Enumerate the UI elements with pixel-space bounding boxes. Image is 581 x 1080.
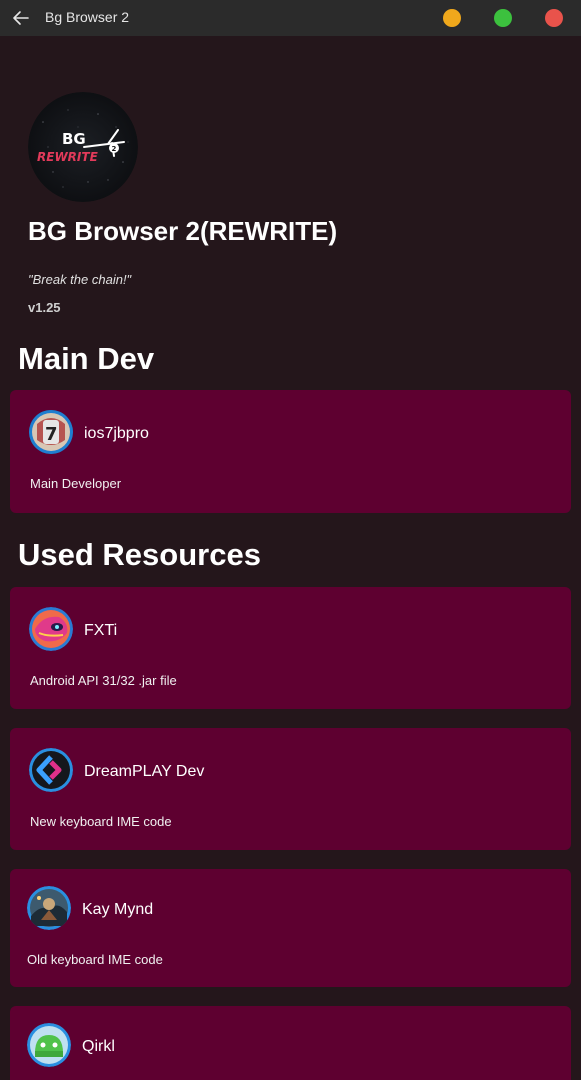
fxti-avatar (29, 607, 73, 651)
svg-text:7: 7 (45, 424, 58, 445)
resource-name-kay-mynd: Kay Mynd (82, 901, 154, 918)
kay-mynd-avatar (27, 886, 71, 930)
dreamplay-avatar-icon (29, 748, 73, 792)
used-resources-heading: Used Resources (18, 537, 261, 572)
app-version: v1.25 (28, 300, 61, 315)
resource-card-kay-mynd[interactable]: Kay Mynd Old keyboard IME code (10, 869, 571, 987)
ios7jbpro-avatar-icon: 7 (29, 410, 73, 454)
minimize-button[interactable] (443, 9, 461, 27)
bg-rewrite-logo-icon: BG REWRITE 2 (28, 92, 138, 202)
resource-name-qirkl: Qirkl (82, 1038, 115, 1055)
main-dev-card[interactable]: 7 ios7jbpro Main Developer (10, 390, 571, 513)
kay-mynd-avatar-icon (27, 886, 71, 930)
back-button[interactable] (10, 7, 32, 29)
resource-description-dreamplay: New keyboard IME code (30, 814, 172, 829)
resource-card-fxti[interactable]: FXTi Android API 31/32 .jar file (10, 587, 571, 709)
resource-description-fxti: Android API 31/32 .jar file (30, 673, 177, 688)
resource-name-fxti: FXTi (84, 622, 118, 639)
dreamplay-avatar (29, 748, 73, 792)
resource-description-kay-mynd: Old keyboard IME code (27, 952, 163, 967)
title-bar: Bg Browser 2 (0, 0, 581, 36)
qirkl-avatar (27, 1023, 71, 1067)
app-name: BG Browser 2(REWRITE) (28, 216, 338, 246)
logo-badge: 2 (112, 145, 117, 153)
app-logo: BG REWRITE 2 (28, 92, 138, 202)
about-page: BG REWRITE 2 BG Browser 2(REWRITE) "Brea… (0, 36, 581, 1080)
app-tagline: "Break the chain!" (28, 272, 132, 287)
resource-card-dreamplay[interactable]: DreamPLAY Dev New keyboard IME code (10, 728, 571, 850)
ios7jbpro-avatar: 7 (29, 410, 73, 454)
main-dev-heading: Main Dev (18, 341, 155, 376)
main-dev-description: Main Developer (30, 476, 122, 491)
arrow-left-icon (13, 11, 29, 25)
resource-card-qirkl[interactable]: Qirkl (10, 1006, 571, 1080)
app-window: Bg Browser 2 BG REWRITE 2 BG Browser 2(R… (0, 0, 581, 1080)
fxti-avatar-icon (29, 607, 73, 651)
maximize-button[interactable] (494, 9, 512, 27)
window-title: Bg Browser 2 (45, 9, 130, 25)
main-dev-name: ios7jbpro (84, 425, 149, 442)
logo-text-bottom: REWRITE (37, 150, 99, 164)
resource-name-dreamplay: DreamPLAY Dev (84, 763, 205, 780)
qirkl-avatar-icon (27, 1023, 71, 1067)
logo-text-top: BG (62, 130, 86, 148)
close-button[interactable] (545, 9, 563, 27)
